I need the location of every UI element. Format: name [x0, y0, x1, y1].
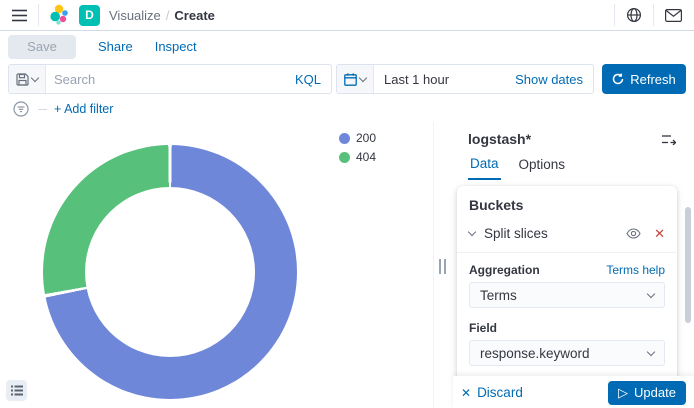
inspect-button[interactable]: Inspect [155, 39, 197, 54]
hamburger-menu-button[interactable] [10, 7, 29, 24]
field-field-group: Field response.keyword [469, 321, 665, 366]
aggregation-select[interactable]: Terms [469, 282, 665, 308]
collapse-sidebar-button[interactable] [660, 132, 678, 147]
split-slices-label: Split slices [484, 226, 548, 241]
saved-query-menu-button[interactable] [9, 65, 46, 93]
search-bar: KQL [8, 64, 332, 94]
chevron-down-icon [647, 289, 655, 297]
index-pattern-title: logstash* [468, 131, 531, 147]
filter-circle-icon [13, 101, 29, 117]
donut-hole [85, 187, 255, 357]
update-button[interactable]: ▷ Update [608, 381, 686, 405]
query-bar: KQL Last 1 hour Show dates Refresh [0, 62, 694, 96]
breadcrumb: Visualize / Create [109, 8, 215, 23]
help-globe-button[interactable] [624, 5, 644, 25]
sidebar-action-bar: ✕ Discard ▷ Update [453, 376, 694, 408]
terms-help-link[interactable]: Terms help [606, 263, 665, 277]
list-icon [11, 385, 23, 396]
space-avatar[interactable]: D [79, 5, 100, 26]
chevron-down-icon [31, 73, 39, 81]
nav-divider [653, 4, 654, 26]
search-input[interactable] [46, 72, 285, 87]
elastic-logo-icon [48, 4, 70, 26]
filter-bar: + Add filter [0, 96, 694, 122]
legend-label: 200 [356, 131, 376, 145]
quick-select-time-button[interactable] [337, 65, 374, 93]
field-select[interactable]: response.keyword [469, 340, 665, 366]
time-range-value[interactable]: Last 1 hour [374, 72, 449, 87]
refresh-button[interactable]: Refresh [602, 64, 686, 94]
visualize-toolbar: Save Share Inspect [0, 31, 694, 62]
refresh-label: Refresh [630, 72, 676, 87]
legend-item-200[interactable]: 200 [339, 131, 376, 145]
remove-bucket-button[interactable]: ✕ [654, 227, 665, 240]
chart-legend: 200 404 [339, 131, 376, 164]
aggregation-field-group: Aggregation Terms help Terms [469, 263, 665, 308]
field-label: Field [469, 321, 497, 335]
chevron-down-icon [468, 228, 476, 236]
legend-dot-blue [339, 133, 350, 144]
nav-divider [614, 4, 615, 26]
buckets-card: Buckets Split slices ✕ [457, 186, 677, 380]
discard-button[interactable]: ✕ Discard [461, 385, 523, 400]
nav-divider [38, 4, 39, 26]
sidebar-scrollbar[interactable] [685, 207, 691, 323]
legend-dot-green [339, 152, 350, 163]
date-picker: Last 1 hour Show dates [336, 64, 594, 94]
legend-label: 404 [356, 150, 376, 164]
split-slices-accordion[interactable]: Split slices ✕ [469, 226, 665, 241]
sidebar-tabs: Data Options [468, 156, 678, 180]
tab-options[interactable]: Options [517, 156, 568, 180]
chevron-down-icon [359, 73, 367, 81]
resize-handle-icon [439, 259, 446, 274]
legend-item-404[interactable]: 404 [339, 150, 376, 164]
top-nav: D Visualize / Create [0, 0, 694, 31]
breadcrumb-visualize[interactable]: Visualize [109, 8, 161, 23]
globe-icon [626, 7, 642, 23]
chart-area: 200 404 [0, 122, 434, 408]
aggregation-value: Terms [480, 288, 517, 303]
toggle-visibility-button[interactable] [624, 226, 643, 241]
add-filter-link[interactable]: + Add filter [54, 102, 113, 116]
filter-options-button[interactable] [11, 99, 31, 119]
calendar-icon [344, 73, 357, 86]
tab-data[interactable]: Data [468, 156, 501, 180]
envelope-icon [665, 9, 682, 22]
hamburger-icon [12, 9, 27, 22]
breadcrumb-create: Create [174, 8, 214, 23]
save-button[interactable]: Save [8, 35, 76, 59]
field-value: response.keyword [480, 346, 590, 361]
kql-button[interactable]: KQL [285, 72, 331, 87]
discard-label: Discard [477, 385, 523, 400]
main-content: 200 404 [0, 122, 694, 408]
show-dates-button[interactable]: Show dates [505, 72, 593, 87]
chevron-down-icon [647, 347, 655, 355]
panel-resizer[interactable] [434, 122, 453, 408]
refresh-icon [612, 73, 624, 85]
floppy-save-icon [16, 73, 29, 86]
newsfeed-button[interactable] [663, 7, 684, 24]
card-divider [457, 252, 677, 253]
vis-editor-sidebar: logstash* Data Options Buckets Split sli… [453, 122, 694, 408]
play-icon: ▷ [618, 385, 628, 401]
aggregation-label: Aggregation [469, 263, 540, 277]
toggle-legend-button[interactable] [6, 380, 27, 401]
eye-icon [626, 228, 641, 239]
filter-bar-dash [38, 109, 47, 110]
breadcrumb-separator: / [166, 8, 170, 23]
buckets-heading: Buckets [469, 197, 665, 213]
x-icon: ✕ [461, 386, 471, 400]
update-label: Update [634, 385, 676, 400]
share-button[interactable]: Share [98, 39, 133, 54]
menu-right-icon [662, 134, 676, 145]
